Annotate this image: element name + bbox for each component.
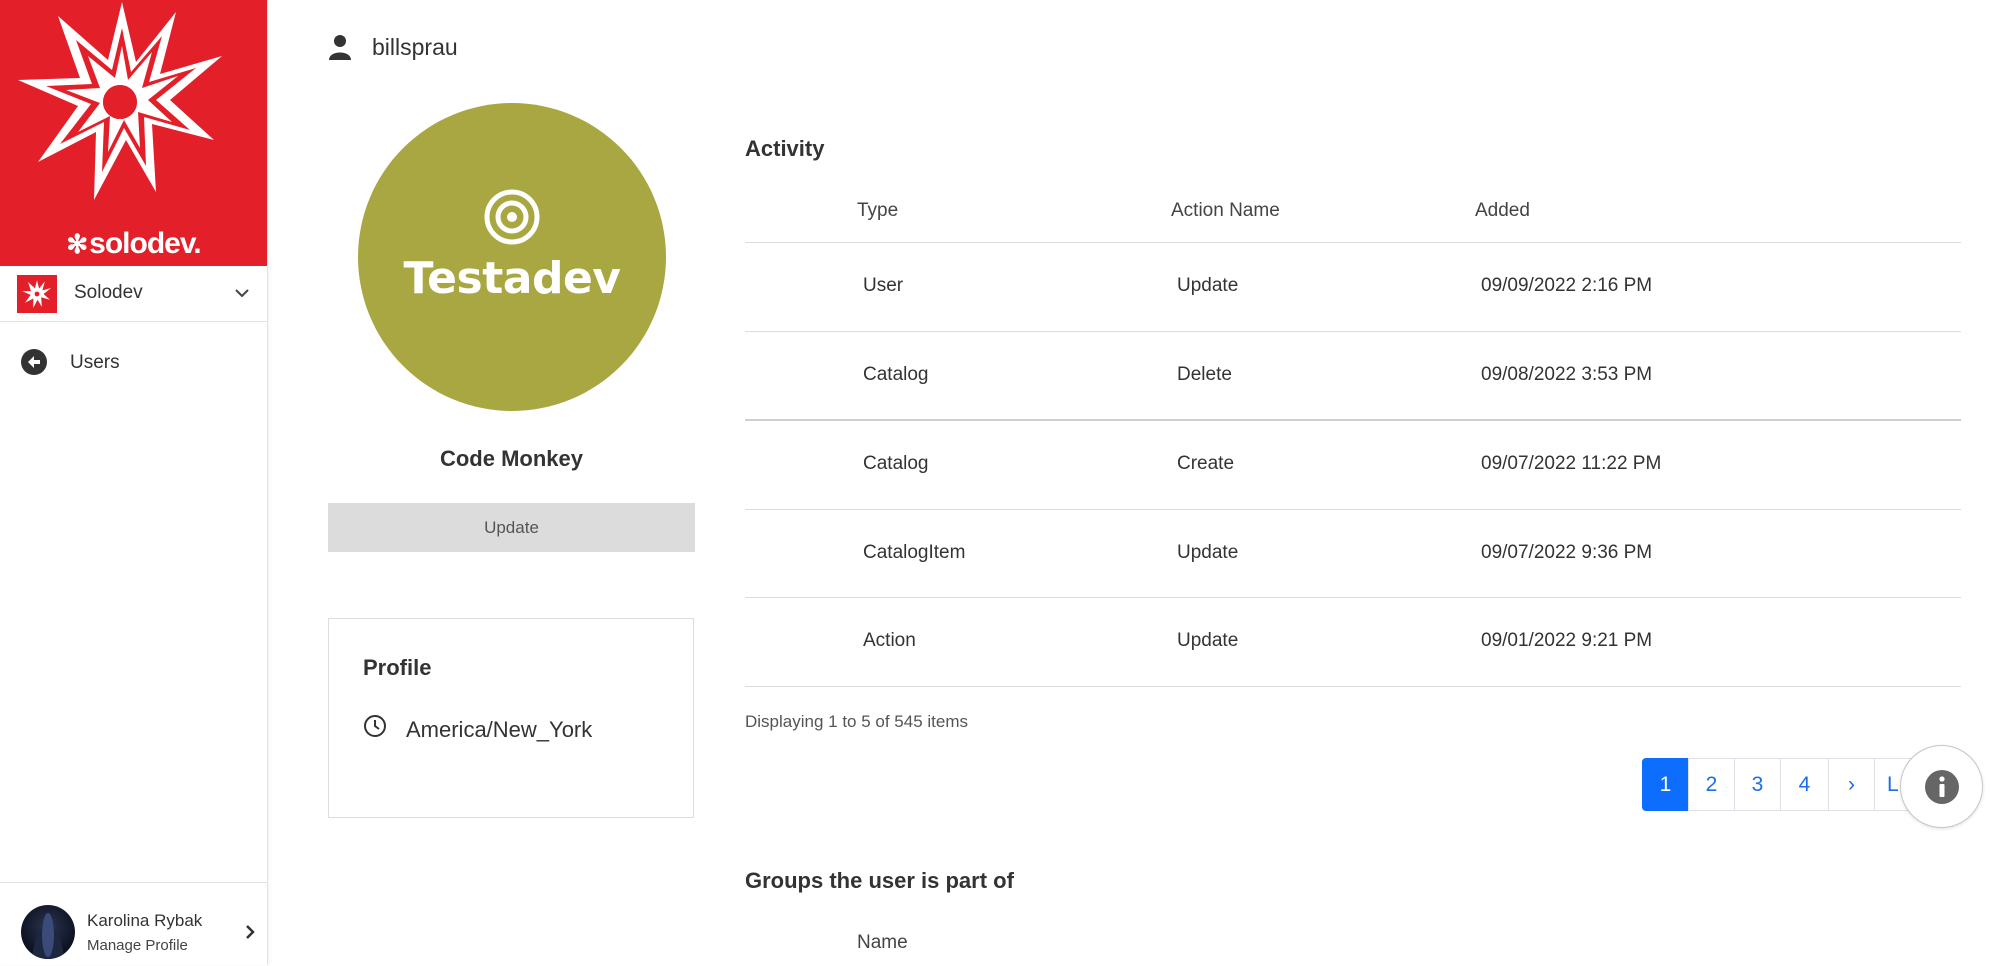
cell-type: User (863, 275, 904, 296)
cell-type: Catalog (863, 453, 929, 474)
page-title: billsprau (372, 34, 458, 60)
user-icon (329, 35, 351, 60)
cell-added: 09/07/2022 11:22 PM (1481, 453, 1662, 474)
page-4-button[interactable]: 4 (1780, 758, 1829, 811)
column-header-name[interactable]: Name (857, 932, 908, 954)
cell-type: Action (863, 630, 916, 651)
brand-word: solodev. (89, 227, 201, 260)
display-name: Code Monkey (439, 446, 584, 471)
avatar-brand-text: Testadev (403, 253, 621, 304)
pagination: 1 2 3 4 › L (1642, 758, 1934, 811)
site-selector-label: Solodev (74, 282, 143, 303)
user-avatar-large: Testadev (358, 103, 666, 411)
activity-title: Activity (745, 136, 825, 161)
target-icon (484, 189, 540, 245)
page-1-button[interactable]: 1 (1642, 758, 1689, 811)
cell-type: Catalog (863, 364, 929, 385)
table-row[interactable]: User Update 09/09/2022 2:16 PM (745, 242, 1961, 330)
profile-card: Profile America/New_York (328, 618, 694, 818)
sidebar: ✻solodev. Solodev Users Karolina Rybak M… (0, 0, 268, 965)
table-row[interactable]: CatalogItem Update 09/07/2022 9:36 PM (745, 509, 1961, 597)
pagination-info: Displaying 1 to 5 of 545 items (745, 712, 969, 731)
avatar (21, 905, 75, 959)
table-row[interactable]: Action Update 09/01/2022 9:21 PM (745, 597, 1961, 685)
info-circle-icon (1924, 769, 1959, 804)
column-header-action-name[interactable]: Action Name (1171, 200, 1280, 222)
current-user-name: Karolina Rybak (87, 911, 203, 930)
manage-profile-link[interactable]: Karolina Rybak Manage Profile (0, 882, 267, 966)
site-logo-icon (17, 275, 57, 313)
cell-added: 09/07/2022 9:36 PM (1481, 542, 1653, 563)
arrow-left-circle-icon (21, 349, 47, 375)
cell-action-name: Create (1177, 453, 1235, 474)
solodev-wordmark: ✻solodev. (0, 227, 267, 261)
clock-icon (364, 715, 386, 737)
timezone-value: America/New_York (406, 717, 593, 742)
nav-users-label: Users (70, 352, 120, 373)
site-selector-dropdown[interactable]: Solodev (0, 266, 267, 322)
cell-added: 09/08/2022 3:53 PM (1481, 364, 1653, 385)
page-3-button[interactable]: 3 (1734, 758, 1781, 811)
nav-back-users[interactable]: Users (0, 340, 267, 384)
cell-added: 09/09/2022 2:16 PM (1481, 275, 1653, 296)
page-2-button[interactable]: 2 (1688, 758, 1735, 811)
next-page-button[interactable]: › (1828, 758, 1875, 811)
cell-action-name: Update (1177, 275, 1239, 296)
update-button[interactable]: Update (328, 503, 695, 552)
manage-profile-label: Manage Profile (87, 937, 188, 954)
info-button[interactable] (1900, 745, 1983, 828)
groups-title: Groups the user is part of (745, 868, 1014, 893)
solodev-logo[interactable]: ✻solodev. (0, 0, 267, 266)
table-divider (745, 686, 1961, 687)
column-header-added[interactable]: Added (1475, 200, 1530, 222)
cell-type: CatalogItem (863, 542, 966, 563)
chevron-right-icon (246, 925, 255, 939)
snowflake-icon: ✻ (66, 229, 88, 259)
cell-added: 09/01/2022 9:21 PM (1481, 630, 1653, 651)
cell-action-name: Delete (1177, 364, 1232, 385)
column-header-type[interactable]: Type (857, 200, 898, 222)
table-row[interactable]: Catalog Create 09/07/2022 11:22 PM (745, 419, 1961, 507)
profile-card-title: Profile (363, 655, 432, 680)
cell-action-name: Update (1177, 630, 1239, 651)
cell-action-name: Update (1177, 542, 1239, 563)
table-row[interactable]: Catalog Delete 09/08/2022 3:53 PM (745, 331, 1961, 419)
chevron-down-icon (235, 289, 249, 298)
